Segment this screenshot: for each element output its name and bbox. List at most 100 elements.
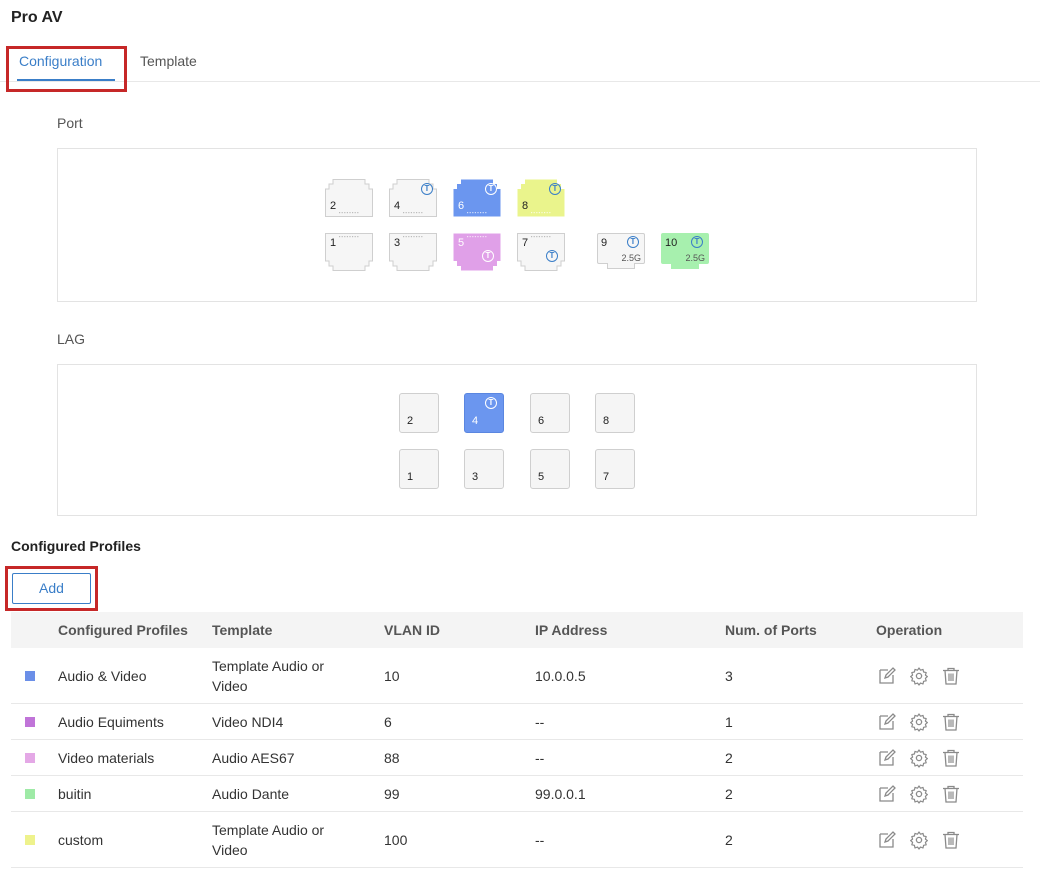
delete-icon[interactable] (941, 666, 961, 686)
port-speed: 2.5G (685, 253, 705, 263)
gear-icon[interactable] (909, 830, 929, 850)
vlan-id-cell: 10 (384, 668, 400, 684)
template-cell: Template Audio or Video (212, 822, 325, 858)
table-body: Audio & Video Template Audio or Video 10 10… (11, 648, 1023, 868)
template-cell: Template Audio or Video (212, 658, 325, 694)
port-number: 8 (522, 200, 529, 212)
edit-icon[interactable] (877, 784, 897, 804)
port-7[interactable]: 7T (517, 233, 565, 271)
port-panel: 2 4 T 6 T 8 T 1 3 5 T 7 T 9 2.5G T 10 2.5G T (57, 148, 977, 302)
lag-3[interactable]: 3 (464, 449, 504, 489)
column-header-ip[interactable]: IP Address (535, 622, 607, 638)
profile-color-swatch (25, 835, 35, 845)
delete-icon[interactable] (941, 712, 961, 732)
profile-color-swatch (25, 753, 35, 763)
lag-panel: 2 4T 6 8 1 3 5 7 (57, 364, 977, 516)
edit-icon[interactable] (877, 666, 897, 686)
column-header-operation: Operation (876, 622, 943, 638)
port-number: 5 (458, 237, 465, 249)
port-3[interactable]: 3 (389, 233, 437, 271)
vlan-id-cell: 6 (384, 714, 392, 730)
column-header-template[interactable]: Template (212, 622, 272, 638)
delete-icon[interactable] (941, 748, 961, 768)
lag-6[interactable]: 6 (530, 393, 570, 433)
delete-icon[interactable] (941, 830, 961, 850)
lag-7[interactable]: 7 (595, 449, 635, 489)
port-speed: 2.5G (621, 253, 641, 263)
port-5[interactable]: 5T (453, 233, 501, 271)
lag-number: 4 (472, 415, 479, 427)
num-ports-cell: 3 (725, 668, 733, 684)
vlan-id-cell: 88 (384, 750, 400, 766)
column-header-profile[interactable]: Configured Profiles (58, 622, 188, 638)
column-header-vlan[interactable]: VLAN ID (384, 622, 440, 638)
num-ports-cell: 1 (725, 714, 733, 730)
lag-2[interactable]: 2 (399, 393, 439, 433)
profile-color-swatch (25, 717, 35, 727)
add-button[interactable]: Add (12, 573, 91, 604)
tab-template[interactable]: Template (140, 53, 197, 69)
table-row[interactable]: Audio & Video Template Audio or Video 10 10… (11, 648, 1023, 704)
lag-number: 5 (538, 471, 545, 483)
tagged-icon: T (691, 236, 703, 248)
port-6[interactable]: 6T (453, 179, 501, 217)
port-2[interactable]: 2 (325, 179, 373, 217)
port-section-label: Port (57, 115, 83, 131)
vlan-id-cell: 100 (384, 832, 408, 848)
lag-5[interactable]: 5 (530, 449, 570, 489)
template-cell: Audio AES67 (212, 750, 295, 766)
profile-name-cell: buitin (58, 786, 92, 802)
lag-number: 3 (472, 471, 479, 483)
sfp-port-10[interactable]: 10 2.5G T (661, 233, 709, 271)
table-row[interactable]: Audio Equiments Video NDI4 6 -- 1 (11, 704, 1023, 740)
edit-icon[interactable] (877, 712, 897, 732)
ip-address-cell: 10.0.0.5 (535, 668, 586, 684)
profile-name-cell: Audio Equiments (58, 714, 164, 730)
template-cell: Video NDI4 (212, 714, 284, 730)
sfp-port-9[interactable]: 9 2.5G T (597, 233, 645, 271)
num-ports-cell: 2 (725, 786, 733, 802)
tagged-icon: T (485, 183, 497, 195)
vlan-id-cell: 99 (384, 786, 400, 802)
gear-icon[interactable] (909, 666, 929, 686)
tagged-icon: T (485, 397, 497, 409)
table-header: Configured Profiles Template VLAN ID IP … (11, 612, 1023, 648)
port-number: 9 (601, 237, 608, 249)
profile-name-cell: Video materials (58, 750, 155, 766)
table-row[interactable]: buitin Audio Dante 99 99.0.0.1 2 (11, 776, 1023, 812)
ip-address-cell: -- (535, 750, 545, 766)
port-number: 4 (394, 200, 401, 212)
ip-address-cell: 99.0.0.1 (535, 786, 586, 802)
port-number: 6 (458, 200, 465, 212)
lag-number: 7 (603, 471, 610, 483)
lag-number: 6 (538, 415, 545, 427)
port-4[interactable]: 4T (389, 179, 437, 217)
table-row[interactable]: custom Template Audio or Video 100 -- 2 (11, 812, 1023, 868)
lag-8[interactable]: 8 (595, 393, 635, 433)
port-number: 10 (665, 237, 678, 249)
edit-icon[interactable] (877, 748, 897, 768)
lag-section-label: LAG (57, 331, 86, 347)
gear-icon[interactable] (909, 784, 929, 804)
port-8[interactable]: 8T (517, 179, 565, 217)
delete-icon[interactable] (941, 784, 961, 804)
page-title: Pro AV (11, 9, 63, 26)
edit-icon[interactable] (877, 830, 897, 850)
lag-4[interactable]: 4T (464, 393, 504, 433)
port-number: 1 (330, 237, 337, 249)
profiles-table: Configured Profiles Template VLAN ID IP … (11, 612, 1023, 868)
tagged-icon: T (421, 183, 433, 195)
gear-icon[interactable] (909, 748, 929, 768)
port-number: 3 (394, 237, 401, 249)
gear-icon[interactable] (909, 712, 929, 732)
table-row[interactable]: Video materials Audio AES67 88 -- 2 (11, 740, 1023, 776)
template-cell: Audio Dante (212, 786, 290, 802)
port-1[interactable]: 1 (325, 233, 373, 271)
port-number: 7 (522, 237, 529, 249)
configuration-tab-highlight (6, 46, 127, 92)
lag-number: 1 (407, 471, 414, 483)
lag-number: 2 (407, 415, 414, 427)
tab-bar: Configuration Template (0, 44, 1040, 82)
lag-1[interactable]: 1 (399, 449, 439, 489)
ip-address-cell: -- (535, 832, 545, 848)
